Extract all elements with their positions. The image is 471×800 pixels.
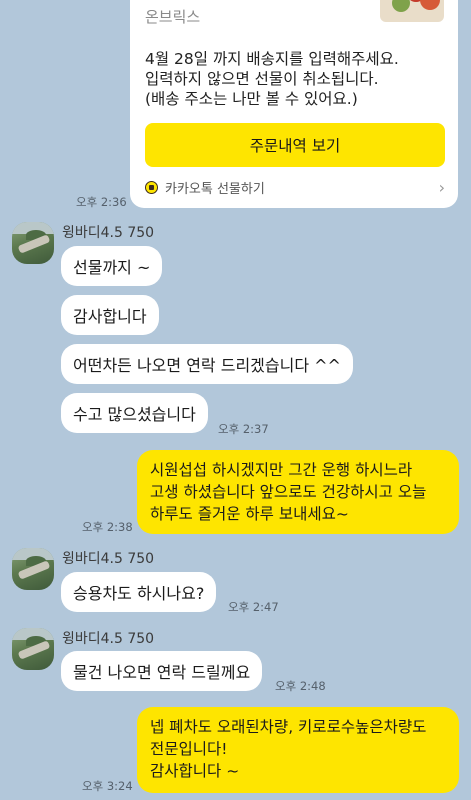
chat-bubble[interactable]: 어떤차든 나오면 연락 드리겠습니다 ^^: [61, 344, 353, 384]
sender-name: 윙바디4.5 750: [62, 551, 155, 567]
message-time: 오후 2:38: [82, 520, 133, 534]
my-chat-bubble[interactable]: 넵 폐차도 오래된차량, 키로로수높은차량도 전문입니다! 감사합니다 ~: [137, 707, 459, 793]
message-time: 오후 3:24: [82, 779, 133, 793]
chat-bubble[interactable]: 선물까지 ~: [61, 246, 163, 286]
avatar-image[interactable]: [12, 548, 54, 590]
chat-bubble[interactable]: 승용차도 하시나요?: [61, 572, 217, 612]
sender-name: 윙바디4.5 750: [62, 225, 155, 241]
chevron-right-icon: ›: [438, 177, 445, 197]
chat-bubble[interactable]: 감사합니다: [61, 295, 159, 335]
view-order-button[interactable]: 주문내역 보기: [145, 123, 445, 167]
chat-bubble[interactable]: 물건 나오면 연락 드릴께요: [61, 651, 263, 691]
message-time: 오후 2:37: [218, 422, 269, 436]
gift-icon: [145, 180, 158, 194]
my-chat-bubble[interactable]: 시원섭섭 하시겠지만 그간 운행 하시느라 고생 하셨습니다 앞으로도 건강하시…: [137, 450, 459, 534]
kakao-gift-label: 카카오톡 선물하기: [165, 181, 265, 197]
message-time: 오후 2:47: [228, 600, 279, 614]
sender-name: 윙바디4.5 750: [62, 631, 155, 647]
chat-bubble[interactable]: 수고 많으셨습니다: [61, 393, 208, 433]
message-time: 오후 2:36: [76, 195, 127, 209]
message-time: 오후 2:48: [275, 679, 326, 693]
gift-card[interactable]: 온브릭스 4월 28일 까지 배송지를 입력해주세요. 입력하지 않으면 선물이…: [130, 0, 458, 208]
avatar-image[interactable]: [12, 222, 54, 264]
kakao-gift-link[interactable]: 카카오톡 선물하기 ›: [145, 175, 445, 199]
gift-brand: 온브릭스: [145, 8, 201, 26]
avatar-image[interactable]: [12, 628, 54, 670]
gift-message: 4월 28일 까지 배송지를 입력해주세요. 입력하지 않으면 선물이 취소됩니…: [145, 50, 399, 108]
product-thumbnail: [380, 0, 444, 22]
